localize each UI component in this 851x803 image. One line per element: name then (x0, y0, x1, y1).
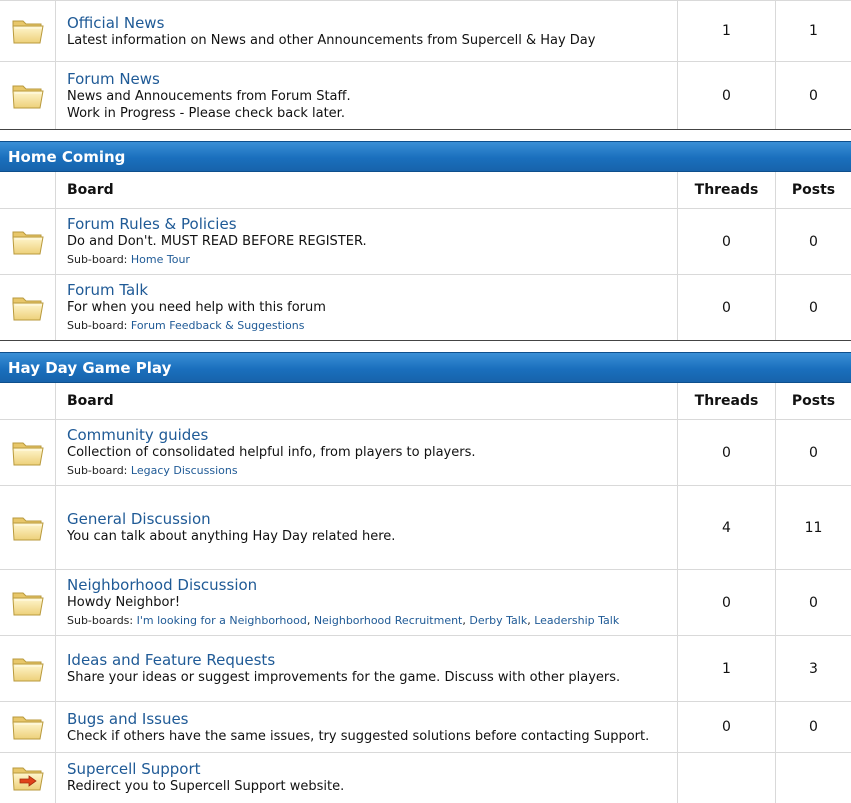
thread-count: 0 (678, 62, 776, 129)
board-link-forum-rules[interactable]: Forum Rules & Policies (67, 215, 677, 233)
folder-icon (0, 570, 56, 635)
board-link-forum-news[interactable]: Forum News (67, 70, 677, 88)
folder-icon (0, 486, 56, 569)
thread-count: 0 (678, 570, 776, 635)
board-link-bugs-and-issues[interactable]: Bugs and Issues (67, 710, 677, 728)
subboard-link[interactable]: Neighborhood Recruitment (314, 614, 463, 627)
board-link-community-guides[interactable]: Community guides (67, 426, 677, 444)
board-link-forum-talk[interactable]: Forum Talk (67, 281, 677, 299)
board-description: Howdy Neighbor! (67, 595, 181, 610)
board-row-community-guides: Community guides Collection of consolida… (0, 420, 851, 486)
column-board: Board (56, 172, 678, 208)
subboard-link[interactable]: Leadership Talk (534, 614, 619, 627)
board-description: Share your ideas or suggest improvements… (67, 670, 621, 685)
post-count: 0 (809, 594, 818, 611)
column-header-row: Board Threads Posts (0, 172, 851, 209)
board-row-forum-news: Forum News News and Annoucements from Fo… (0, 62, 851, 130)
subboard-link[interactable]: Derby Talk (469, 614, 527, 627)
subboard-list: Sub-board: Legacy Discussions (67, 464, 238, 477)
board-link-ideas-feature-requests[interactable]: Ideas and Feature Requests (67, 651, 677, 669)
post-count: 0 (809, 719, 818, 735)
board-row-bugs-and-issues: Bugs and Issues Check if others have the… (0, 702, 851, 753)
board-description: Do and Don't. MUST READ BEFORE REGISTER. (67, 234, 367, 249)
subboard-link[interactable]: Forum Feedback & Suggestions (131, 319, 305, 332)
thread-count: 0 (678, 420, 776, 485)
column-posts: Posts (791, 393, 836, 409)
post-count: 0 (809, 233, 818, 250)
board-description-line2: Work in Progress - Please check back lat… (67, 105, 345, 121)
board-link-general-discussion[interactable]: General Discussion (67, 510, 677, 528)
board-row-supercell-support: Supercell Support Redirect you to Superc… (0, 753, 851, 803)
folder-icon (0, 209, 56, 274)
post-count: 0 (809, 87, 818, 104)
board-description: Redirect you to Supercell Support websit… (67, 779, 345, 794)
board-row-forum-rules: Forum Rules & Policies Do and Don't. MUS… (0, 209, 851, 275)
subboard-link[interactable]: I'm looking for a Neighborhood (137, 614, 307, 627)
folder-icon (0, 275, 56, 340)
folder-icon (0, 702, 56, 752)
thread-count: 4 (678, 486, 776, 569)
subboard-list: Sub-board: Forum Feedback & Suggestions (67, 319, 305, 332)
folder-icon (0, 420, 56, 485)
subboard-link[interactable]: Home Tour (131, 253, 190, 266)
board-row-official-news: Official News Latest information on News… (0, 0, 851, 62)
column-board: Board (56, 383, 678, 419)
board-link-neighborhood-discussion[interactable]: Neighborhood Discussion (67, 576, 677, 594)
post-count: 3 (809, 660, 818, 677)
subboard-list: Sub-boards: I'm looking for a Neighborho… (67, 614, 620, 627)
column-header-row: Board Threads Posts (0, 383, 851, 420)
board-description: Collection of consolidated helpful info,… (67, 445, 476, 460)
board-row-neighborhood-discussion: Neighborhood Discussion Howdy Neighbor! … (0, 570, 851, 636)
board-description: You can talk about anything Hay Day rela… (67, 529, 396, 544)
post-count: 0 (809, 299, 818, 316)
post-count: 11 (804, 519, 823, 536)
thread-count: 0 (678, 209, 776, 274)
subboard-list: Sub-board: Home Tour (67, 253, 190, 266)
board-description: News and Annoucements from Forum Staff. (67, 88, 351, 104)
board-link-supercell-support[interactable]: Supercell Support (67, 760, 677, 778)
thread-count: 0 (678, 275, 776, 340)
category-header-home-coming[interactable]: Home Coming (0, 141, 851, 172)
folder-icon (0, 636, 56, 701)
folder-icon (0, 1, 56, 61)
category-header-hay-day-game-play[interactable]: Hay Day Game Play (0, 352, 851, 383)
column-threads: Threads (678, 383, 776, 419)
folder-icon (0, 62, 56, 129)
post-count: 0 (809, 444, 818, 461)
board-description: For when you need help with this forum (67, 300, 326, 315)
board-description: Check if others have the same issues, tr… (67, 728, 650, 744)
thread-count: 1 (678, 636, 776, 701)
thread-count: 0 (678, 702, 776, 752)
board-description: Latest information on News and other Ann… (67, 32, 596, 48)
subboard-link[interactable]: Legacy Discussions (131, 464, 238, 477)
board-link-official-news[interactable]: Official News (67, 14, 677, 32)
post-count: 1 (809, 23, 818, 39)
column-posts: Posts (791, 182, 836, 198)
thread-count: 1 (678, 1, 776, 61)
redirect-folder-icon (0, 753, 56, 803)
board-row-general-discussion: General Discussion You can talk about an… (0, 486, 851, 570)
thread-count (678, 753, 776, 803)
post-count (776, 753, 851, 803)
board-row-ideas-feature-requests: Ideas and Feature Requests Share your id… (0, 636, 851, 702)
column-threads: Threads (678, 172, 776, 208)
board-row-forum-talk: Forum Talk For when you need help with t… (0, 275, 851, 341)
